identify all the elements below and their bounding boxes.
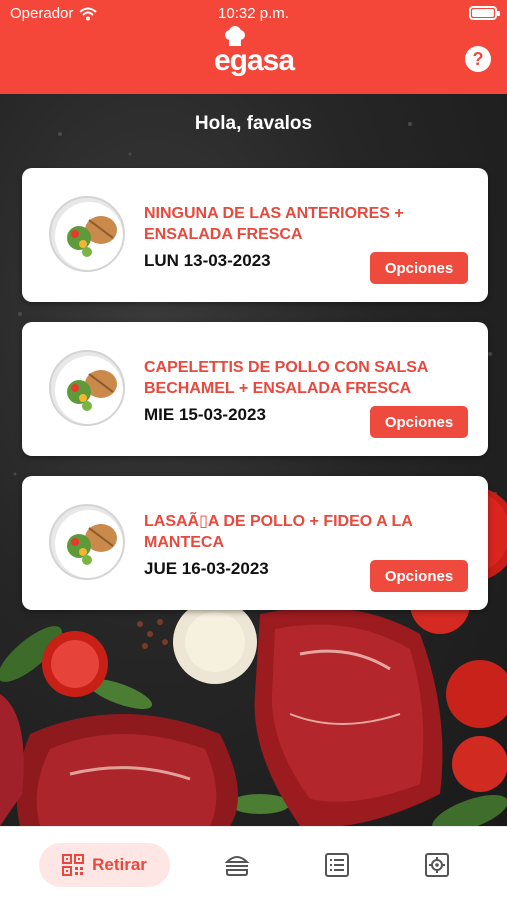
dish-image [49, 504, 125, 580]
options-button[interactable]: Opciones [370, 252, 468, 284]
tab-retirar[interactable]: Retirar [39, 843, 170, 887]
qr-code-icon [62, 854, 85, 876]
help-button[interactable]: ? [465, 46, 491, 72]
dish-image [49, 350, 125, 426]
bottom-tab-bar: Retirar [0, 826, 507, 900]
dish-title: NINGUNA DE LAS ANTERIORES + ENSALADA FRE… [144, 205, 404, 243]
settings-icon[interactable] [423, 851, 451, 879]
dish-title: LASAÃ▯A DE POLLO + FIDEO A LA MANTECA [144, 513, 413, 551]
tab-retirar-label: Retirar [92, 855, 147, 874]
greeting: Hola, favalos [194, 113, 313, 134]
battery-icon [469, 6, 500, 20]
order-card[interactable]: LASAÃ▯A DE POLLO + FIDEO A LA MANTECA JU… [22, 476, 488, 610]
clock: 10:32 p.m. [218, 5, 289, 22]
order-date: MIE 15-03-2023 [144, 405, 266, 424]
list-icon[interactable] [323, 851, 351, 879]
dish-image [49, 196, 125, 272]
status-bar: Operador 10:32 p.m. [0, 0, 507, 28]
dish-title: CAPELETTIS DE POLLO CON SALSA BECHAMEL +… [144, 359, 428, 397]
logo-text: egasa [213, 44, 295, 77]
app-header: Operador 10:32 p.m. egasa ? [0, 0, 507, 94]
egasa-logo: egasa [209, 26, 299, 82]
order-card[interactable]: NINGUNA DE LAS ANTERIORES + ENSALADA FRE… [22, 168, 488, 302]
question-circle-icon: ? [472, 49, 484, 69]
order-date: LUN 13-03-2023 [144, 251, 271, 270]
order-card[interactable]: CAPELETTIS DE POLLO CON SALSA BECHAMEL +… [22, 322, 488, 456]
order-date: JUE 16-03-2023 [144, 559, 269, 578]
options-button[interactable]: Opciones [370, 560, 468, 592]
options-button[interactable]: Opciones [370, 406, 468, 438]
burger-icon[interactable] [223, 851, 251, 879]
